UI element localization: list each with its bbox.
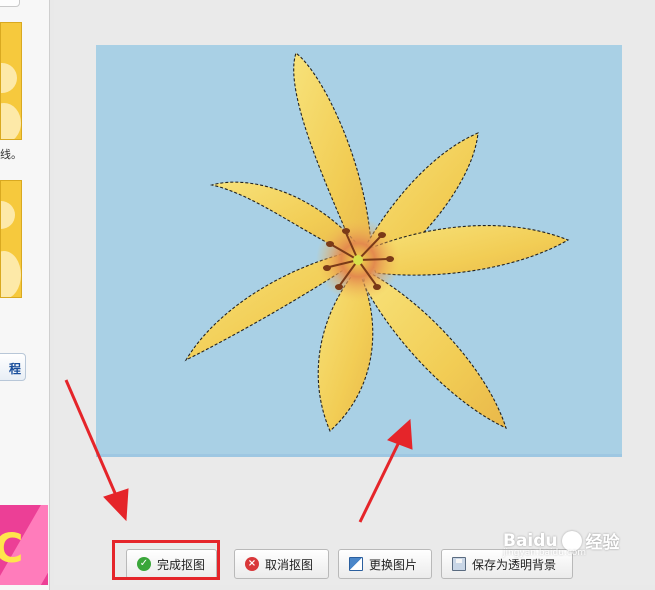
watermark-url: jingyan.baidu.com [503,548,587,558]
template-thumbnail[interactable] [0,180,22,298]
pistil [353,255,363,265]
template-thumbnail[interactable] [0,22,22,140]
watermark-brand-suffix: 经验 [585,533,620,553]
left-sidebar: 线。 程 C [0,0,50,590]
change-image-label: 更换图片 [369,557,418,572]
thumbnail-figure [1,63,17,93]
change-image-button[interactable]: 更换图片 [338,549,432,579]
save-icon [452,557,466,571]
baidu-watermark: Baidu 经验 jingyan.baidu.com [503,528,620,558]
promo-glyph: C [0,526,24,572]
lily-image [184,52,570,432]
image-icon [349,557,363,571]
save-transparent-label: 保存为透明背景 [472,557,557,572]
sidebar-top-button[interactable] [0,0,20,7]
sidebar-caption: 线。 [0,148,22,161]
cancel-cutout-label: 取消抠图 [265,557,314,572]
cancel-cutout-button[interactable]: × 取消抠图 [234,549,329,579]
cancel-icon: × [245,557,259,571]
sidebar-tutorial-button[interactable]: 程 [0,353,26,381]
highlight-box [112,540,220,580]
thumbnail-figure [1,201,15,229]
thumbnail-figure [1,103,21,139]
promo-banner[interactable]: C [0,505,48,585]
image-canvas[interactable] [96,45,622,457]
thumbnail-figure [1,251,21,297]
petal [363,269,507,430]
